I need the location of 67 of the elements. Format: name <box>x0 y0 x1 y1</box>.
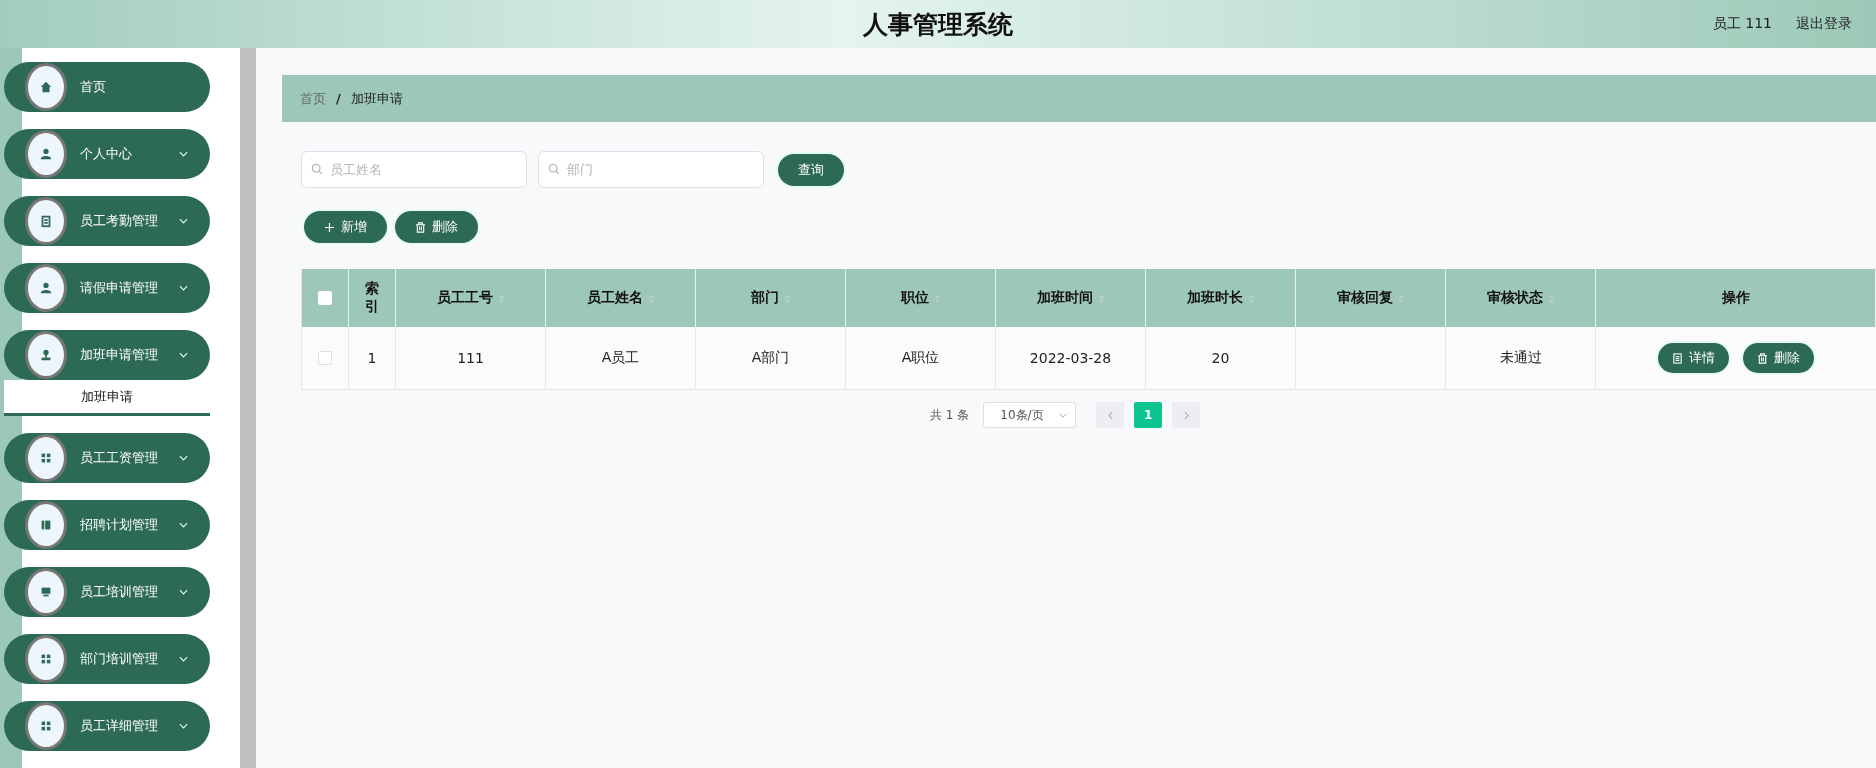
grid-icon <box>25 635 67 683</box>
menu-item[interactable]: 请假申请管理 <box>4 263 210 313</box>
trash-icon <box>415 221 426 233</box>
column-header[interactable]: 操作 <box>1596 269 1876 327</box>
grid-icon <box>25 702 67 750</box>
table-cell: A员工 <box>601 349 640 367</box>
page-size-select[interactable]: 10条/页 <box>983 402 1077 428</box>
table-cell: 1 <box>367 350 377 366</box>
row-checkbox[interactable] <box>318 351 332 365</box>
select-all-checkbox[interactable] <box>318 291 332 305</box>
breadcrumb-separator: / <box>336 91 341 106</box>
column-header[interactable]: 审核状态 <box>1446 269 1596 327</box>
monitor-icon <box>25 568 67 616</box>
clipboard-icon <box>25 197 67 245</box>
menu-item[interactable]: 招聘计划管理 <box>4 500 210 550</box>
home-icon <box>25 63 67 111</box>
delete-button[interactable]: 删除 <box>395 211 478 243</box>
table-cell: 111 <box>457 350 484 366</box>
column-header[interactable]: 索引 <box>349 269 396 327</box>
chevron-right-icon <box>1183 410 1189 420</box>
table-cell: A职位 <box>901 349 940 367</box>
menu-item[interactable]: 员工工资管理 <box>4 433 210 483</box>
column-header[interactable]: 加班时长 <box>1146 269 1296 327</box>
chevron-left-icon <box>1107 410 1113 420</box>
user-icon <box>25 264 67 312</box>
app-title: 人事管理系统 <box>863 8 1013 41</box>
breadcrumb-link[interactable]: 首页 <box>300 89 326 108</box>
book-icon <box>25 501 67 549</box>
breadcrumb-current: 加班申请 <box>350 89 403 108</box>
document-icon <box>1672 352 1683 364</box>
user-icon <box>25 130 67 178</box>
submenu-item[interactable]: 加班申请 <box>4 380 210 416</box>
search-icon <box>311 163 323 175</box>
column-header[interactable]: 职位 <box>846 269 996 327</box>
menu-item[interactable]: 员工考勤管理 <box>4 196 210 246</box>
column-header[interactable]: 审核回复 <box>1296 269 1446 327</box>
menu-item[interactable]: 部门培训管理 <box>4 634 210 684</box>
menu-item[interactable]: 员工详细管理 <box>4 701 210 751</box>
caret-icon <box>1059 412 1068 418</box>
table-cell: 2022-03-28 <box>1029 350 1112 366</box>
menu-item[interactable]: 首页 <box>4 62 210 112</box>
search-field[interactable]: 部门 <box>538 151 764 188</box>
search-button[interactable]: 查询 <box>778 153 844 186</box>
menu-item[interactable]: 员工培训管理 <box>4 567 210 617</box>
grid-icon <box>25 434 67 482</box>
total-count: 共 1 条 <box>930 406 970 424</box>
stamp-icon <box>25 331 67 379</box>
column-header[interactable]: 员工姓名 <box>546 269 696 327</box>
menu-item[interactable]: 加班申请管理 <box>4 330 210 380</box>
table-cell: 20 <box>1211 350 1230 366</box>
column-header[interactable]: 员工工号 <box>396 269 546 327</box>
delete-button[interactable]: 删除 <box>1743 343 1814 373</box>
previous-page-button[interactable] <box>1096 402 1125 428</box>
add-button[interactable]: 新增 <box>304 211 387 243</box>
column-header[interactable]: 部门 <box>696 269 846 327</box>
details-button[interactable]: 详情 <box>1658 343 1729 373</box>
search-field[interactable]: 员工姓名 <box>301 151 527 188</box>
next-page-button[interactable] <box>1172 402 1201 428</box>
menu-item[interactable]: 个人中心 <box>4 129 210 179</box>
table-cell: A部门 <box>751 349 790 367</box>
plus-icon <box>324 221 335 233</box>
search-icon <box>548 163 560 175</box>
table-cell: 未通过 <box>1499 349 1542 367</box>
column-header[interactable]: 加班时间 <box>996 269 1146 327</box>
logout-link[interactable]: 退出登录 <box>1796 15 1852 33</box>
trash-icon <box>1757 352 1768 364</box>
user-name: 员工 111 <box>1712 15 1772 33</box>
